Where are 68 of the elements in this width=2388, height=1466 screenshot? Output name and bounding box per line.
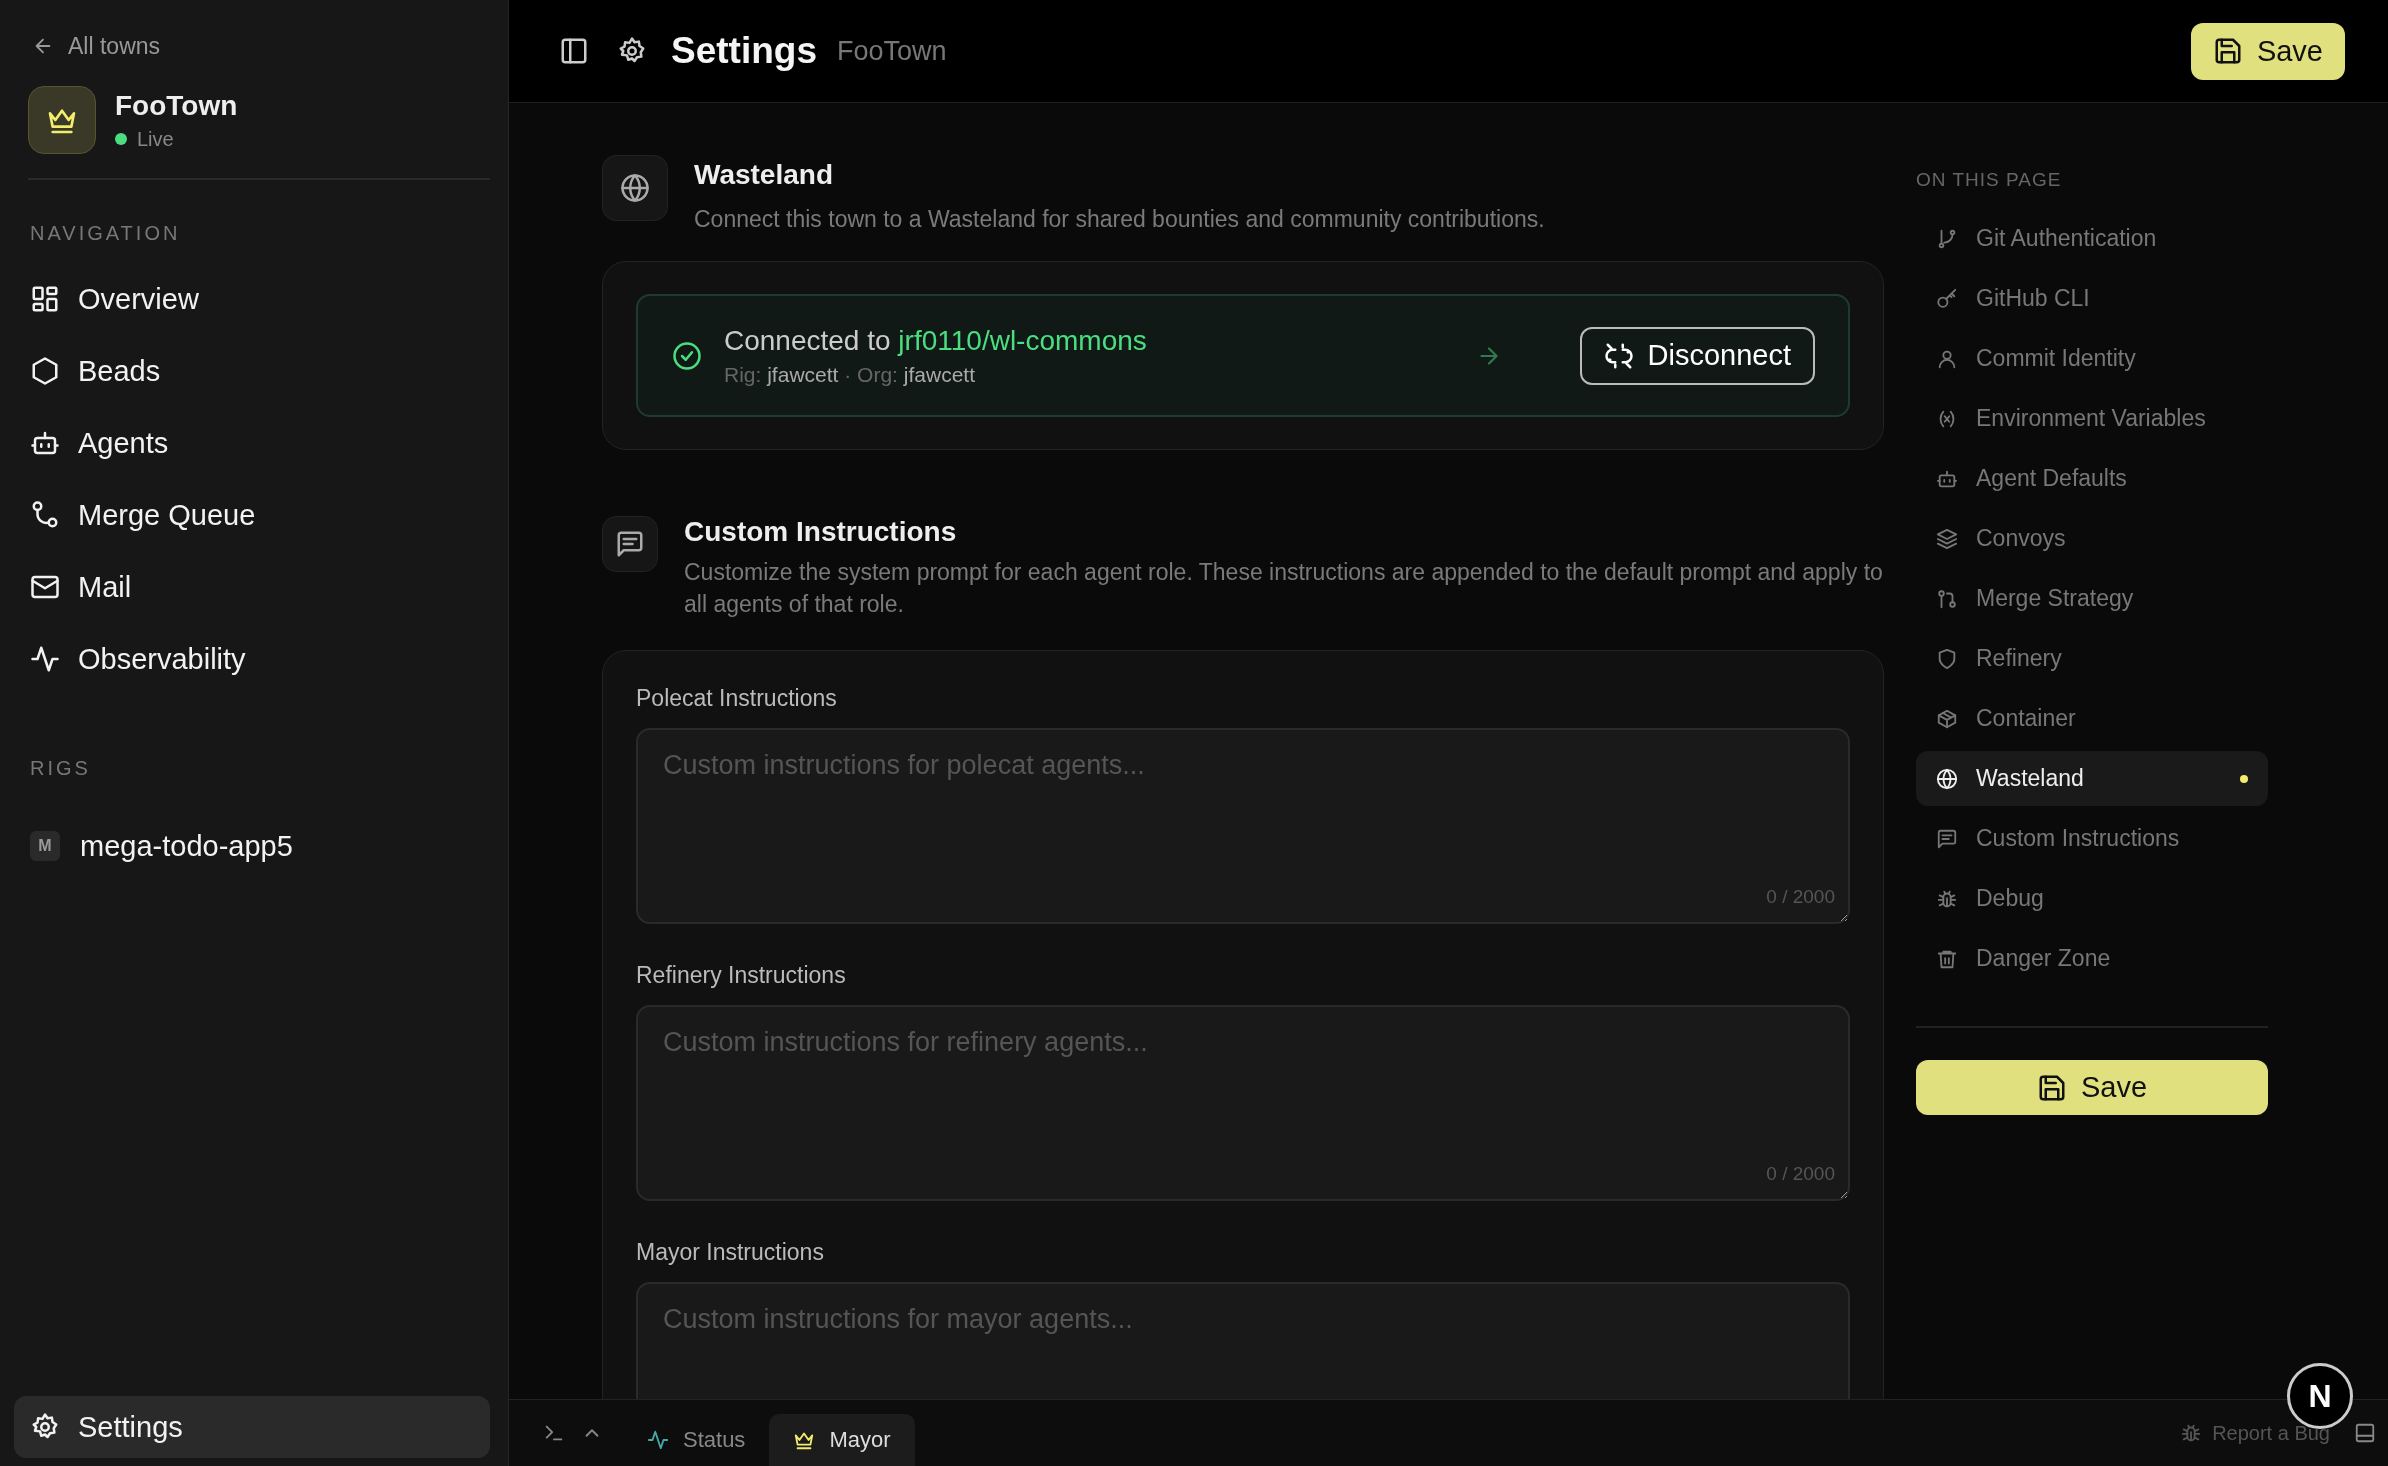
field-label: Mayor Instructions — [636, 1239, 825, 1266]
field-label: Polecat Instructions — [636, 685, 838, 712]
toc-item[interactable]: Agent Defaults — [1916, 451, 2268, 506]
bottom-tab[interactable]: Status — [623, 1414, 770, 1466]
globe-icon — [620, 173, 650, 203]
settings-item[interactable]: Settings — [14, 1396, 490, 1458]
message-icon — [615, 529, 645, 559]
shield-icon — [1936, 647, 1958, 670]
nav-item[interactable]: Mail — [14, 551, 490, 623]
sidebar-toggle-icon — [559, 36, 589, 66]
field-label: Refinery Instructions — [636, 962, 847, 989]
save-button[interactable]: Save — [1916, 1060, 2268, 1115]
section-heading: NAVIGATION — [30, 222, 182, 245]
check-circle-icon — [672, 340, 702, 371]
panel-icon — [2354, 1422, 2376, 1444]
nav-item[interactable]: Observability — [14, 623, 490, 695]
activity-icon — [30, 644, 60, 674]
toc-item[interactable]: Commit Identity — [1916, 331, 2268, 386]
section-description: Connect this town to a Wasteland for shared bounties and community contributions. — [694, 205, 1545, 234]
grid-icon — [30, 284, 60, 314]
bug-icon — [2180, 1422, 2203, 1444]
status-dot — [115, 133, 127, 145]
character-counter: 0 / 2000 — [1766, 886, 1835, 908]
pull-request-icon — [1936, 587, 1958, 610]
active-dot — [2240, 774, 2248, 783]
toc-item[interactable]: Refinery — [1916, 631, 2268, 686]
rig-initial: M — [30, 831, 60, 861]
toc-item[interactable]: Container — [1916, 691, 2268, 746]
nav-item[interactable]: Overview — [14, 263, 490, 335]
character-counter: 0 / 2000 — [1766, 1163, 1835, 1185]
bottom-tab[interactable]: Mayor — [769, 1414, 915, 1466]
section-title: Custom Instructions — [684, 516, 958, 548]
toc-item[interactable]: Debug — [1916, 871, 2268, 926]
key-icon — [1936, 287, 1958, 310]
hexagon-icon — [30, 356, 60, 386]
town-name: FooTown — [115, 89, 238, 122]
disconnect-button[interactable]: Disconnect — [1579, 326, 1815, 385]
message-icon — [1936, 827, 1958, 850]
layers-icon — [1936, 527, 1958, 550]
nav-item[interactable]: Beads — [14, 335, 490, 407]
nav-item[interactable]: Agents — [14, 407, 490, 479]
toc-item[interactable]: Wasteland — [1916, 751, 2268, 806]
page-subtitle: FooTown — [836, 35, 947, 67]
save-button[interactable]: Save — [2190, 22, 2345, 80]
toc-heading: ON THIS PAGE — [1916, 169, 2063, 191]
merge-icon — [30, 500, 60, 530]
toc-item[interactable]: Merge Strategy — [1916, 571, 2268, 626]
connection-status: Connected to jrf0110/wl-commons — [724, 324, 1148, 357]
page-title: Settings — [671, 30, 817, 72]
globe-icon — [1936, 767, 1958, 790]
town-status: Live — [137, 127, 174, 151]
toc-item[interactable]: GitHub CLI — [1916, 271, 2268, 326]
connection-details: Rig: jfawcett · Org: jfawcett — [724, 362, 976, 387]
branch-icon — [1936, 227, 1958, 250]
section-heading: RIGS — [30, 757, 92, 780]
section-title: Wasteland — [694, 159, 834, 191]
toc-item[interactable]: Custom Instructions — [1916, 811, 2268, 866]
activity-icon — [647, 1429, 669, 1451]
section-description: Customize the system prompt for each agent role. These instructions are appended to the default prompt and apply to all agents of that role. — [684, 558, 1884, 619]
nav-item[interactable]: Merge Queue — [14, 479, 490, 551]
toc-item[interactable]: Convoys — [1916, 511, 2268, 566]
toc-item[interactable]: Environment Variables — [1916, 391, 2268, 446]
toc-item[interactable]: Danger Zone — [1916, 931, 2268, 986]
toc-item[interactable]: Git Authentication — [1916, 211, 2268, 266]
box-icon — [1936, 707, 1958, 730]
instructions-field[interactable]: Custom instructions for mayor agents... — [636, 1282, 1850, 1399]
back-link[interactable]: All towns — [32, 30, 490, 62]
rig-item[interactable]: M mega-todo-app5 — [14, 816, 490, 876]
